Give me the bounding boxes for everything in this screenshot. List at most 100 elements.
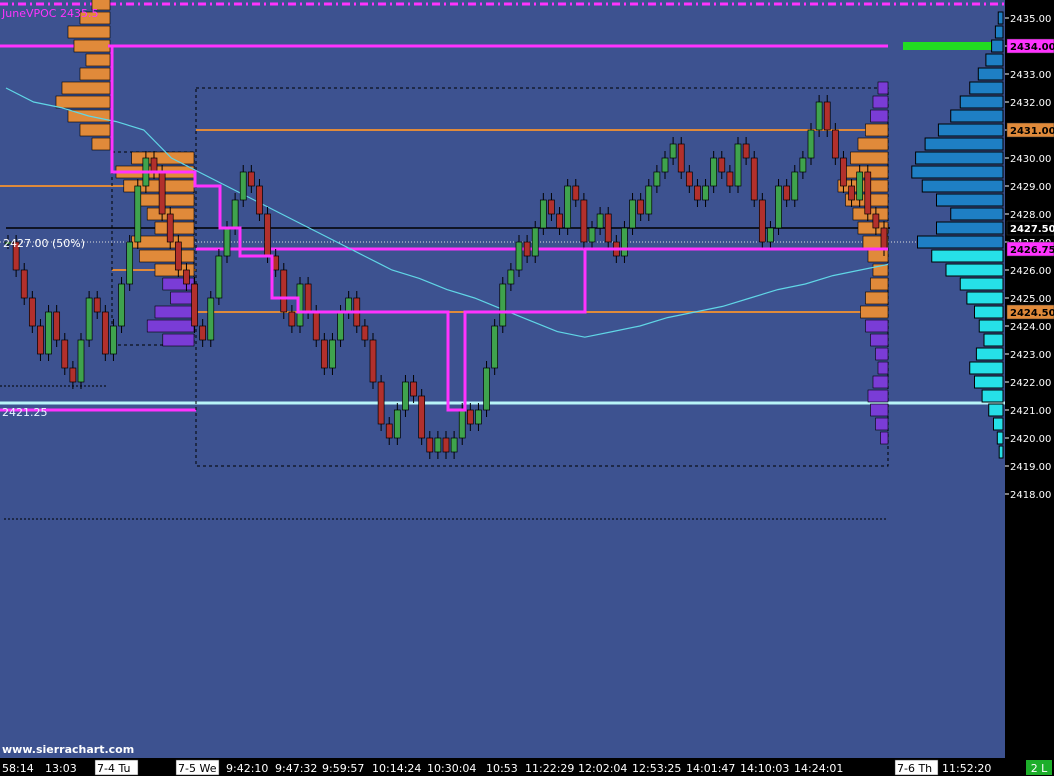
candle-body: [426, 437, 434, 453]
candle-body: [272, 255, 280, 271]
candle-body: [669, 143, 677, 159]
right-profile-bar: [921, 179, 1004, 193]
prior-profile-bar: [61, 81, 111, 95]
price-tick-label: 2430.00: [1010, 154, 1051, 165]
right-profile-bar: [974, 375, 1004, 389]
candle-body: [799, 157, 807, 173]
candle-body: [329, 339, 336, 369]
candle-body: [507, 269, 515, 285]
candle-body: [661, 157, 669, 173]
candle-body: [434, 437, 442, 453]
candle-body: [393, 409, 401, 439]
candle-body: [726, 171, 734, 187]
price-tick-label: 2421.00: [1010, 406, 1051, 417]
candle-body: [548, 199, 555, 215]
candle-body: [418, 395, 426, 439]
session-profile-bar: [872, 95, 889, 109]
right-profile-bar: [983, 333, 1004, 347]
time-label: 12:53:25: [632, 762, 681, 775]
right-profile-bar: [969, 361, 1004, 375]
price-tick-label: 2418.00: [1010, 490, 1051, 501]
candle-body: [588, 227, 596, 243]
candle-body: [223, 227, 231, 257]
candle-body: [864, 171, 872, 215]
green-level-bar: [903, 42, 1003, 50]
session-profile-bar: [880, 431, 889, 445]
price-tick-label: 2422.00: [1010, 378, 1051, 389]
prior-day-profile-bar: [131, 151, 195, 165]
session-profile-bar: [857, 137, 889, 151]
candle-body: [28, 297, 36, 327]
session-profile-bar: [867, 389, 889, 403]
candle-body: [77, 339, 85, 383]
time-label: 11:22:29: [525, 762, 574, 775]
prior-profile-bar: [55, 95, 111, 109]
right-profile-bar: [974, 305, 1004, 319]
candle-body: [158, 171, 166, 215]
price-marker-label: 2431.00: [1010, 126, 1054, 137]
chart-root: 2435.00 2434.00 2433.00 2432.00 2431.00 2430.…: [0, 0, 1054, 776]
candle-body: [239, 171, 247, 201]
candle-body: [320, 339, 328, 369]
time-label: 10:30:04: [427, 762, 476, 775]
prior-profile-bar: [85, 53, 111, 67]
prior-profile-bar: [79, 123, 111, 137]
corner-label: 2 L: [1031, 762, 1048, 775]
candle-body: [345, 297, 353, 313]
right-profile-bar: [966, 291, 1004, 305]
right-profile-bar: [978, 319, 1004, 333]
time-label: 58:14: [2, 762, 34, 775]
time-label: 13:03: [45, 762, 77, 775]
session-profile-bar: [870, 403, 889, 417]
time-label: 14:24:01: [794, 762, 843, 775]
candle-body: [645, 185, 653, 215]
candle-body: [807, 129, 815, 159]
prior-profile-bar: [73, 39, 111, 53]
right-profile-bar: [977, 67, 1004, 81]
candle-body: [848, 185, 855, 201]
time-label: 9:59:57: [322, 762, 364, 775]
candle-body: [85, 297, 93, 341]
candle-body: [312, 311, 320, 341]
session-profile-bar: [865, 123, 889, 137]
candle-body: [174, 241, 182, 271]
candle-body: [694, 185, 701, 201]
candle-body: [523, 241, 531, 257]
candle-body: [515, 241, 523, 271]
prior-day-profile-bar: [154, 221, 195, 235]
price-chart[interactable]: 2435.00 2434.00 2433.00 2432.00 2431.00 2430.…: [0, 0, 1054, 776]
candle-body: [215, 255, 223, 299]
candle-body: [831, 129, 839, 159]
right-profile-bar: [991, 39, 1004, 53]
right-profile-bar: [936, 221, 1004, 235]
right-profile-bar: [931, 249, 1004, 263]
time-label: 14:01:47: [686, 762, 735, 775]
candle-body: [150, 157, 158, 173]
low-line-label: 2421.25: [2, 406, 48, 419]
candle-body: [491, 325, 499, 369]
midpoint-label: 2427.00 (50%): [3, 237, 85, 250]
right-profile-bar: [950, 207, 1004, 221]
time-label: 11:52:20: [942, 762, 991, 775]
candle-body: [280, 269, 288, 313]
right-profile-bar: [988, 403, 1004, 417]
candle-body: [288, 311, 296, 327]
price-tick-label: 2419.00: [1010, 462, 1051, 473]
prior-profile-bar: [67, 25, 111, 39]
candle-body: [199, 325, 207, 341]
candle-body: [166, 213, 174, 243]
candle-body: [191, 283, 198, 327]
june-vpoc-label: JuneVPOC 2435.5: [1, 7, 98, 20]
price-tick-label: 2420.00: [1010, 434, 1051, 445]
right-profile-bar: [981, 389, 1004, 403]
candle-body: [564, 185, 572, 229]
candle-body: [629, 199, 636, 229]
candle-body: [823, 101, 831, 131]
candle-body: [556, 213, 563, 229]
prior-day-profile-bar: [139, 193, 195, 207]
watermark: www.sierrachart.com: [2, 743, 134, 756]
price-tick-label: 2435.00: [1010, 14, 1051, 25]
candle-body: [20, 269, 28, 299]
right-profile-bar: [996, 431, 1004, 445]
right-profile-bar: [911, 165, 1004, 179]
